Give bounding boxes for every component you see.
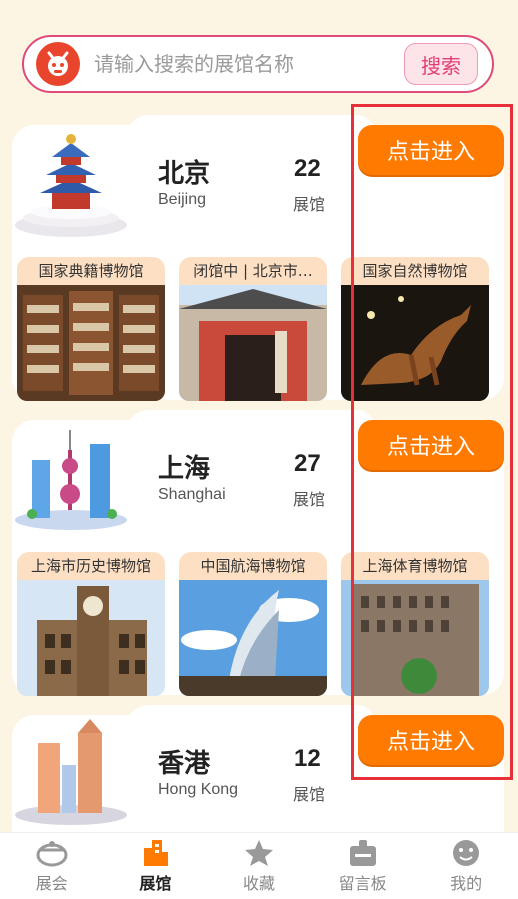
nav-label: 展馆 (139, 874, 172, 893)
card-tab (124, 115, 374, 155)
city-name-en: Beijing (158, 191, 207, 208)
search-bar: 搜索 (22, 35, 494, 93)
city-name: 北京 (158, 159, 211, 189)
nav-item-venue[interactable]: 展馆 (115, 838, 195, 894)
museum-photo (17, 285, 165, 401)
museum-item[interactable]: 上海市历史博物馆 (17, 552, 165, 698)
search-button[interactable]: 搜索 (404, 43, 478, 85)
nav-item-profile[interactable]: 我的 (426, 838, 506, 894)
nav-item-exhibition[interactable]: 展会 (12, 838, 92, 894)
museum-photo (179, 285, 327, 401)
museum-photo (179, 580, 327, 696)
museum-name: 国家典籍博物馆 (17, 257, 165, 285)
highlight-box (351, 104, 513, 780)
shanghai-skyline-image (12, 420, 130, 535)
museum-name: 中国航海博物馆 (179, 552, 327, 580)
search-input[interactable] (94, 52, 404, 76)
museum-count: 12 (294, 745, 321, 772)
city-name-en: Hong Kong (158, 781, 239, 798)
building-icon (144, 840, 169, 866)
museum-item[interactable]: 闭馆中 | 北京市… (179, 257, 327, 403)
museum-count: 22 (294, 155, 321, 182)
museum-item[interactable]: 中国航海博物馆 (179, 552, 327, 698)
message-board-icon (349, 840, 376, 866)
card-tab (124, 410, 374, 450)
exhibition-icon (36, 841, 68, 867)
museum-name: 闭馆中 | 北京市… (179, 257, 327, 285)
nav-label: 留言板 (338, 874, 387, 893)
app-logo-icon (36, 42, 80, 86)
city-name: 香港 (158, 749, 211, 779)
nav-label: 展会 (35, 874, 68, 893)
museum-count-unit: 展馆 (293, 785, 326, 804)
nav-item-message-board[interactable]: 留言板 (323, 838, 403, 894)
museum-photo (17, 580, 165, 696)
hongkong-skyline-image (12, 715, 130, 830)
card-tab (124, 705, 374, 745)
nav-label: 收藏 (242, 874, 275, 893)
museum-item[interactable]: 国家典籍博物馆 (17, 257, 165, 403)
museum-count-unit: 展馆 (293, 195, 326, 214)
city-name-en: Shanghai (158, 486, 226, 503)
profile-icon (453, 840, 480, 866)
temple-of-heaven-image (12, 125, 130, 240)
nav-label: 我的 (450, 874, 483, 893)
museum-count: 27 (294, 450, 321, 477)
museum-count-unit: 展馆 (293, 490, 326, 509)
star-icon (244, 840, 273, 866)
city-name: 上海 (158, 454, 211, 484)
nav-item-favorites[interactable]: 收藏 (219, 838, 299, 894)
bottom-nav: 展会 展馆 收藏 留言板 我的 (0, 832, 518, 899)
museum-name: 上海市历史博物馆 (17, 552, 165, 580)
